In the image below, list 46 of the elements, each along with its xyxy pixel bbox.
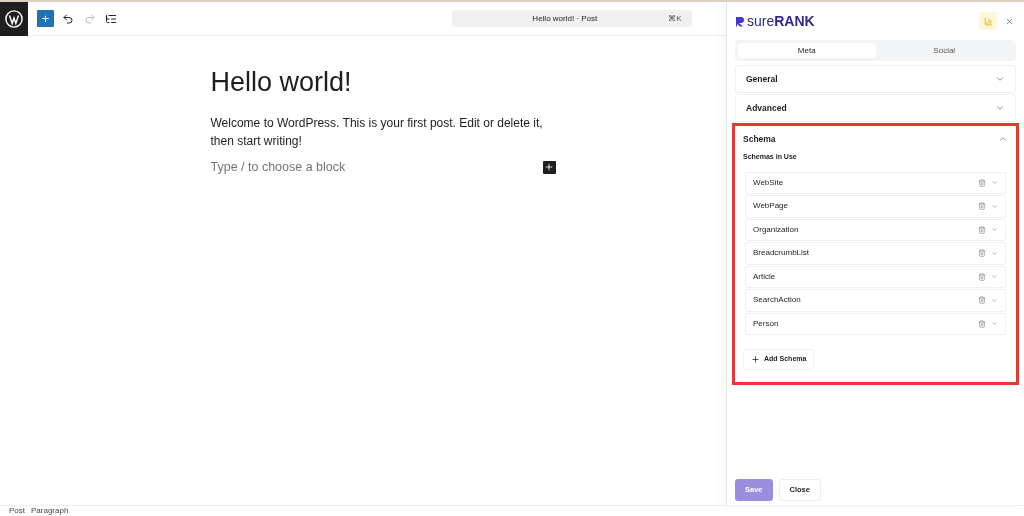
schema-row[interactable]: WebSite bbox=[745, 171, 1006, 194]
redo-icon[interactable] bbox=[84, 12, 96, 25]
post-paragraph[interactable]: Welcome to WordPress. This is your first post. Edit or delete it, then start writing! bbox=[210, 113, 556, 150]
breadcrumb-item[interactable]: Paragraph bbox=[31, 506, 69, 516]
schema-row[interactable]: Article bbox=[745, 265, 1006, 288]
schema-row[interactable]: SearchAction bbox=[745, 289, 1006, 312]
chevron-down-icon[interactable] bbox=[995, 74, 1005, 84]
chevron-icon[interactable] bbox=[991, 273, 998, 281]
add-block-icon[interactable] bbox=[542, 160, 556, 174]
chevron-icon[interactable] bbox=[991, 296, 998, 304]
breadcrumb-item[interactable]: Post bbox=[9, 506, 25, 516]
chevron-icon[interactable] bbox=[991, 320, 998, 328]
post-title[interactable]: Hello world! bbox=[210, 66, 556, 100]
panel-tab[interactable]: Social bbox=[875, 43, 1013, 58]
trash-icon[interactable] bbox=[978, 202, 986, 211]
schema-row[interactable]: Organization bbox=[745, 218, 1006, 241]
chevron-icon[interactable] bbox=[991, 179, 998, 187]
chevron-down-icon[interactable] bbox=[995, 103, 1005, 113]
logo-icon bbox=[735, 15, 745, 27]
schema-row[interactable]: WebPage bbox=[745, 195, 1006, 218]
trash-icon[interactable] bbox=[978, 319, 986, 328]
section-header[interactable]: Schema bbox=[743, 126, 1008, 152]
brand-logo: sureRANK bbox=[747, 11, 815, 31]
trash-icon[interactable] bbox=[978, 249, 986, 258]
wordpress-logo-icon[interactable] bbox=[0, 2, 28, 36]
undo-icon[interactable] bbox=[62, 12, 74, 25]
document-overview-icon[interactable] bbox=[105, 12, 117, 25]
trash-icon[interactable] bbox=[978, 296, 986, 305]
chevron-icon[interactable] bbox=[991, 202, 998, 210]
panel-tab[interactable]: Meta bbox=[738, 43, 876, 58]
plus-icon bbox=[751, 355, 760, 364]
trash-icon[interactable] bbox=[978, 225, 986, 234]
schema-row[interactable]: BreadcrumbList bbox=[745, 242, 1006, 265]
block-placeholder[interactable]: Type / to choose a block bbox=[210, 157, 346, 177]
schema-row[interactable]: Person bbox=[745, 312, 1006, 335]
section-header[interactable]: Advanced bbox=[746, 95, 1005, 121]
section-header[interactable]: General bbox=[746, 66, 1005, 92]
chevron-up-icon[interactable] bbox=[998, 134, 1008, 144]
trash-icon[interactable] bbox=[978, 178, 986, 187]
trash-icon[interactable] bbox=[978, 272, 986, 281]
chart-icon[interactable] bbox=[979, 12, 997, 30]
chevron-icon[interactable] bbox=[991, 226, 998, 234]
chevron-icon[interactable] bbox=[991, 249, 998, 257]
document-bar[interactable]: Hello world! · Post ⌘K bbox=[451, 10, 692, 27]
close-icon[interactable] bbox=[1005, 16, 1014, 26]
add-block-button[interactable]: + bbox=[37, 10, 54, 27]
